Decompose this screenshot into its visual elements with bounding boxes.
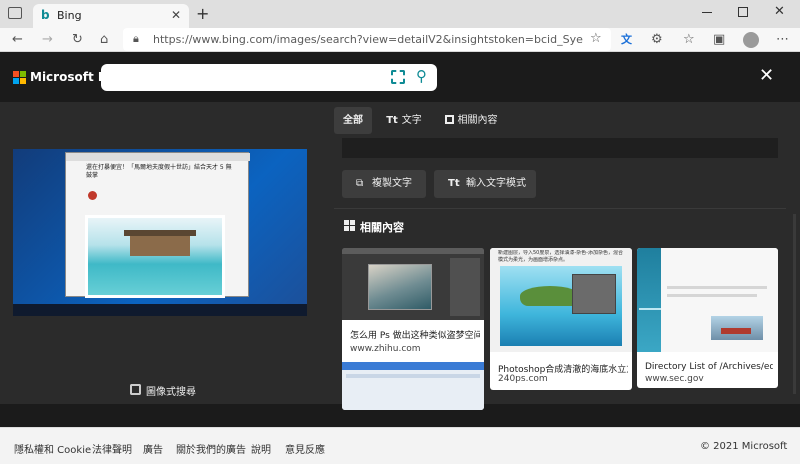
related-card[interactable]: 怎么用 Ps 做出这种类似盗梦空间... www.zhihu.com <box>342 248 484 410</box>
forward-icon[interactable]: → <box>42 32 53 48</box>
extracted-text-area <box>342 138 778 158</box>
card-image <box>637 248 778 352</box>
refresh-icon[interactable]: ↻ <box>72 32 83 48</box>
text-mode-tt-icon: Tt <box>448 178 460 189</box>
close-icon[interactable]: ✕ <box>759 65 774 86</box>
microsoft-logo-icon <box>13 71 26 84</box>
visual-search-button[interactable]: 圖像式搜尋 <box>146 383 196 398</box>
search-input[interactable] <box>109 68 379 87</box>
copy-icon: ⧉ <box>356 178 364 189</box>
related-grid-icon <box>444 115 454 124</box>
image-preview-pane: 還在打暴便宜！「馬爾地夫度假十世訪」結合天才 5 無鼓掌 圖像式搜尋 <box>0 102 320 404</box>
home-icon[interactable]: ⌂ <box>100 32 108 48</box>
extensions-icon[interactable]: ⚙ <box>651 32 663 48</box>
lock-icon[interactable]: 🔒︎ <box>133 32 139 46</box>
related-card[interactable]: 新建图层，导入50度泉，选择油漆-杂色-添加杂色，混合模式为柔光，为画面增添杂点… <box>490 248 632 390</box>
footer-link-feedback[interactable]: 意見反應 <box>285 441 325 456</box>
more-menu-icon[interactable]: ⋯ <box>776 32 789 48</box>
minimize-button[interactable] <box>702 12 712 13</box>
chemicals-decal <box>639 308 661 310</box>
card-second-image <box>342 362 484 410</box>
page-footer: 隱私權和 Cookie 法律聲明 廣告 關於我們的廣告 說明 意見反應 © 20… <box>0 427 800 464</box>
preview-browser-window: 還在打暴便宜！「馬爾地夫度假十世訪」結合天才 5 無鼓掌 <box>65 152 250 298</box>
tab-text[interactable]: Tt 文字 <box>378 107 430 134</box>
search-box: ⚲ <box>101 64 437 91</box>
divider <box>334 208 786 209</box>
text-mode-button[interactable]: Tt 輸入文字模式 <box>434 170 536 198</box>
tab-title: Bing <box>57 9 82 22</box>
card-image-caption: 新建图层，导入50度泉，选择油漆-杂色-添加杂色，混合模式为柔光，为画面增添杂点… <box>498 250 623 263</box>
url-text: https://www.bing.com/images/search?view=… <box>153 33 583 46</box>
browser-tab[interactable]: b Bing ✕ <box>33 4 189 28</box>
browser-tab-bar: b Bing ✕ + ✕ <box>0 0 800 28</box>
related-card[interactable]: Directory List of /Archives/edgar/... ww… <box>637 248 778 388</box>
visual-search-icon[interactable] <box>130 384 141 395</box>
favorites-icon[interactable]: ☆ <box>683 32 695 48</box>
footer-link-help[interactable]: 說明 <box>251 441 271 456</box>
window-menu-icon[interactable] <box>8 7 22 19</box>
card-title: 怎么用 Ps 做出这种类似盗梦空间... <box>350 331 480 341</box>
collections-icon[interactable]: ▣ <box>713 32 725 48</box>
footer-link-legal[interactable]: 法律聲明 <box>92 441 132 456</box>
profile-avatar[interactable] <box>743 32 759 48</box>
insights-pane: 全部 Tt 文字 相關內容 ⧉ 複製文字 Tt 輸入文字模式 相關內容 怎么用 … <box>320 102 800 410</box>
bing-visual-search-page: Microsoft Bing ⚲ ✕ 還在打暴便宜！「馬爾地夫度假十世訪」結合天… <box>0 53 800 464</box>
card-image <box>342 248 484 320</box>
footer-link-advertise[interactable]: 廣告 <box>143 441 163 456</box>
favorite-star-icon[interactable]: ☆ <box>590 31 602 46</box>
tab-close-icon[interactable]: ✕ <box>171 8 181 22</box>
card-domain: 240ps.com <box>498 374 548 384</box>
translate-icon[interactable]: 文 <box>621 32 632 48</box>
card-image: 新建图层，导入50度泉，选择油漆-杂色-添加杂色，混合模式为柔光，为画面增添杂点… <box>490 248 632 352</box>
copy-text-button[interactable]: ⧉ 複製文字 <box>342 170 426 198</box>
back-icon[interactable]: ← <box>12 32 23 48</box>
text-tt-icon: Tt <box>386 115 398 126</box>
card-title: Directory List of /Archives/edgar/... <box>645 362 773 372</box>
preview-taskbar <box>13 304 307 316</box>
related-scrollbar[interactable] <box>793 214 796 394</box>
page-header: Microsoft Bing ⚲ ✕ <box>0 53 800 102</box>
footer-link-about-ads[interactable]: 關於我們的廣告 <box>176 441 246 456</box>
window-close-button[interactable]: ✕ <box>774 4 785 19</box>
card-domain: www.sec.gov <box>645 374 704 384</box>
tab-all[interactable]: 全部 <box>334 107 372 134</box>
preview-caption: 還在打暴便宜！「馬爾地夫度假十世訪」結合天才 5 無鼓掌 <box>86 164 232 179</box>
footer-copyright: © 2021 Microsoft <box>700 441 788 452</box>
tab-related[interactable]: 相關內容 <box>436 107 506 134</box>
preview-image[interactable]: 還在打暴便宜！「馬爾地夫度假十世訪」結合天才 5 無鼓掌 <box>13 149 307 316</box>
maximize-button[interactable] <box>738 7 748 17</box>
preview-avatar <box>88 191 97 200</box>
footer-link-privacy[interactable]: 隱私權和 Cookie <box>14 441 91 456</box>
browser-toolbar: ← → ↻ ⌂ 🔒︎ https://www.bing.com/images/s… <box>0 28 800 52</box>
related-heading: 相關內容 <box>360 221 404 234</box>
related-heading-grid-icon <box>344 220 355 231</box>
bing-favicon-icon: b <box>41 8 50 22</box>
search-icon[interactable]: ⚲ <box>416 67 427 85</box>
card-domain: www.zhihu.com <box>350 344 421 354</box>
visual-search-camera-icon[interactable] <box>391 70 405 84</box>
address-bar[interactable]: 🔒︎ https://www.bing.com/images/search?vi… <box>123 28 611 51</box>
preview-resort-photo <box>85 215 225 298</box>
new-tab-button[interactable]: + <box>196 4 209 23</box>
